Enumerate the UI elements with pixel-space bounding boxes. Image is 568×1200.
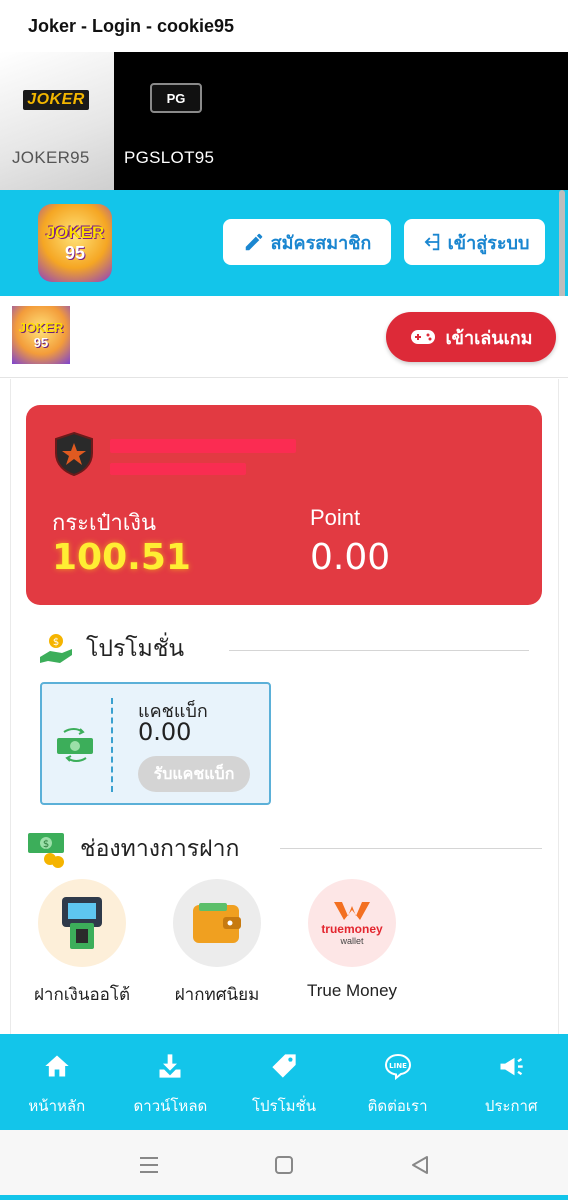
cashback-money-icon	[57, 728, 93, 762]
nav-label: ดาวน์โหลด	[133, 1097, 208, 1115]
register-label: สมัครสมาชิก	[270, 232, 372, 254]
login-label: เข้าสู่ระบบ	[447, 232, 530, 254]
promotions-title: โปรโมชั่น	[86, 636, 185, 662]
scrollbar[interactable]	[559, 190, 565, 305]
bottom-strip	[0, 1195, 568, 1200]
point-value: 0.00	[310, 537, 391, 578]
wallet-balance: 100.51	[52, 537, 191, 578]
cashback-value: 0.00	[138, 718, 192, 746]
nav-home[interactable]: หน้าหลัก	[0, 1034, 114, 1130]
deposit-decimal-label: ฝากทศนิยม	[174, 985, 260, 1005]
wallet-label: กระเป๋าเงิน	[52, 511, 157, 536]
site-logo-small[interactable]: JOKER 95	[12, 306, 70, 364]
card-divider	[111, 698, 113, 792]
pencil-icon	[245, 233, 262, 251]
nav-label: โปรโมชั่น	[251, 1097, 316, 1115]
truemoney-logo-subtext: wallet	[340, 936, 364, 946]
window-title: Joker - Login - cookie95	[28, 15, 235, 36]
play-game-label: เข้าเล่นเกม	[445, 327, 533, 349]
sign-in-icon	[424, 233, 439, 251]
main-content: กระเป๋าเงิน 100.51 Point 0.00 $ โปรโมชั่…	[0, 379, 568, 1034]
svg-text:$: $	[43, 839, 49, 850]
cashback-card: แคชแบ็ก 0.00 รับแคชแบ็ก	[40, 682, 271, 805]
bottom-nav: หน้าหลัก ดาวน์โหลด โปรโมชั่น LINE ติดต่อ…	[0, 1034, 568, 1130]
rank-shield-icon	[55, 431, 93, 477]
atm-icon	[38, 879, 126, 967]
wallet-icon	[173, 879, 261, 967]
gamepad-icon	[410, 330, 435, 344]
truemoney-icon: truemoney wallet	[308, 879, 396, 967]
tab-joker95[interactable]: JOKER JOKER95	[0, 52, 114, 190]
nav-announcement[interactable]: ประกาศ	[454, 1034, 568, 1130]
megaphone-icon	[500, 1057, 523, 1076]
deposit-auto-label: ฝากเงินออโต้	[33, 985, 131, 1005]
deposit-truemoney[interactable]: truemoney wallet True Money	[292, 879, 412, 1001]
home-square-icon[interactable]	[271, 1152, 297, 1178]
menu-icon[interactable]	[136, 1152, 162, 1178]
nav-download[interactable]: ดาวน์โหลด	[114, 1034, 228, 1130]
system-nav-bar	[0, 1130, 568, 1200]
deposit-title: ช่องทางการฝาก	[80, 836, 240, 862]
deposit-heading: $ ช่องทางการฝาก	[26, 829, 239, 869]
register-button[interactable]: สมัครสมาชิก	[223, 219, 391, 265]
download-icon	[159, 1054, 181, 1078]
home-icon	[45, 1055, 69, 1077]
cash-coins-icon: $	[28, 833, 64, 868]
site-logo[interactable]: JOKER 95	[38, 204, 112, 282]
game-tabs: JOKER JOKER95 PG PGSLOT95	[0, 52, 568, 190]
nav-contact[interactable]: LINE ติดต่อเรา	[341, 1034, 455, 1130]
tab-label: JOKER95	[12, 148, 90, 167]
divider	[229, 650, 529, 651]
svg-text:$: $	[53, 637, 59, 648]
pg-logo-icon: PG	[144, 83, 208, 113]
login-button[interactable]: เข้าสู่ระบบ	[404, 219, 545, 265]
site-header: JOKER 95 สมัครสมาชิก เข้าสู่ระบบ	[0, 190, 568, 296]
line-chat-icon: LINE	[384, 1053, 411, 1080]
nav-label: ประกาศ	[484, 1097, 538, 1115]
truemoney-logo-text: truemoney	[321, 922, 383, 936]
point-label: Point	[310, 505, 361, 530]
money-hand-icon: $	[40, 634, 72, 663]
back-icon[interactable]	[407, 1152, 433, 1178]
tab-pgslot95[interactable]: PG PGSLOT95	[114, 52, 228, 190]
claim-cashback-button[interactable]: รับแคชแบ็ก	[138, 756, 250, 792]
deposit-truemoney-label: True Money	[306, 981, 398, 1000]
joker-logo-icon: JOKER	[23, 88, 89, 112]
divider	[280, 848, 542, 849]
tab-label: PGSLOT95	[124, 148, 215, 167]
svg-text:LINE: LINE	[389, 1062, 407, 1070]
wallet-card: กระเป๋าเงิน 100.51 Point 0.00	[26, 405, 542, 605]
sub-header: JOKER 95 เข้าเล่นเกม	[0, 296, 568, 378]
deposit-decimal[interactable]: ฝากทศนิยม	[157, 879, 277, 1008]
redacted-username	[110, 439, 296, 453]
nav-label: หน้าหลัก	[28, 1097, 86, 1115]
nav-promotions[interactable]: โปรโมชั่น	[227, 1034, 341, 1130]
promotions-heading: $ โปรโมชั่น	[38, 631, 184, 667]
redacted-user-detail	[110, 463, 246, 475]
window-title-bar: Joker - Login - cookie95	[0, 0, 568, 52]
tag-icon	[272, 1054, 296, 1078]
nav-label: ติดต่อเรา	[367, 1097, 428, 1115]
play-game-button[interactable]: เข้าเล่นเกม	[386, 312, 556, 362]
deposit-auto[interactable]: ฝากเงินออโต้	[22, 879, 142, 1008]
